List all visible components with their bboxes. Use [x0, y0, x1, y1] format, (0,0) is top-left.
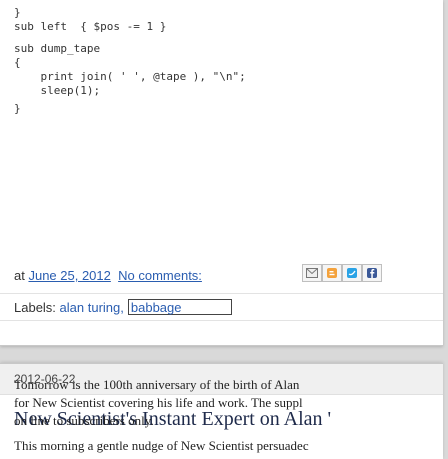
- label-link-babbage-highlight[interactable]: babbage: [127, 299, 232, 315]
- date-header-text: 2012-06-22: [14, 372, 76, 386]
- labels-bar: Labels: alan turing, babbage: [0, 293, 443, 321]
- code-line: sleep(1);: [14, 84, 101, 97]
- email-icon[interactable]: [302, 264, 322, 282]
- labels-prefix: Labels:: [14, 299, 56, 315]
- share-facebook-icon[interactable]: [362, 264, 382, 282]
- post-card: 2012-06-22 New Scientist's Instant Exper…: [0, 363, 443, 459]
- share-buttons: [302, 264, 382, 282]
- post-title[interactable]: New Scientist's Instant Expert on Alan ': [14, 408, 331, 431]
- label-link-alan-turing[interactable]: alan turing,: [60, 300, 124, 315]
- post-timestamp-link[interactable]: June 25, 2012: [28, 268, 110, 283]
- code-line: }: [14, 6, 21, 19]
- post-at-label: at: [14, 268, 25, 283]
- post-card: } sub left { $pos -= 1 } sub dump_tape{ pr…: [0, 0, 443, 346]
- code-line: {: [14, 56, 21, 69]
- share-twitter-icon[interactable]: [342, 264, 362, 282]
- code-line: sub left { $pos -= 1 }: [14, 20, 167, 33]
- date-header: 2012-06-22: [0, 364, 443, 395]
- label-link-babbage[interactable]: babbage: [131, 300, 182, 315]
- blog-this-icon[interactable]: [322, 264, 342, 282]
- post-footer: at June 25, 2012 No comments:: [14, 268, 202, 283]
- code-line: print join( ' ', @tape ), "\n";: [14, 70, 246, 83]
- code-line: sub dump_tape: [14, 42, 101, 55]
- comments-link[interactable]: No comments:: [118, 268, 202, 283]
- code-line: }: [14, 102, 21, 115]
